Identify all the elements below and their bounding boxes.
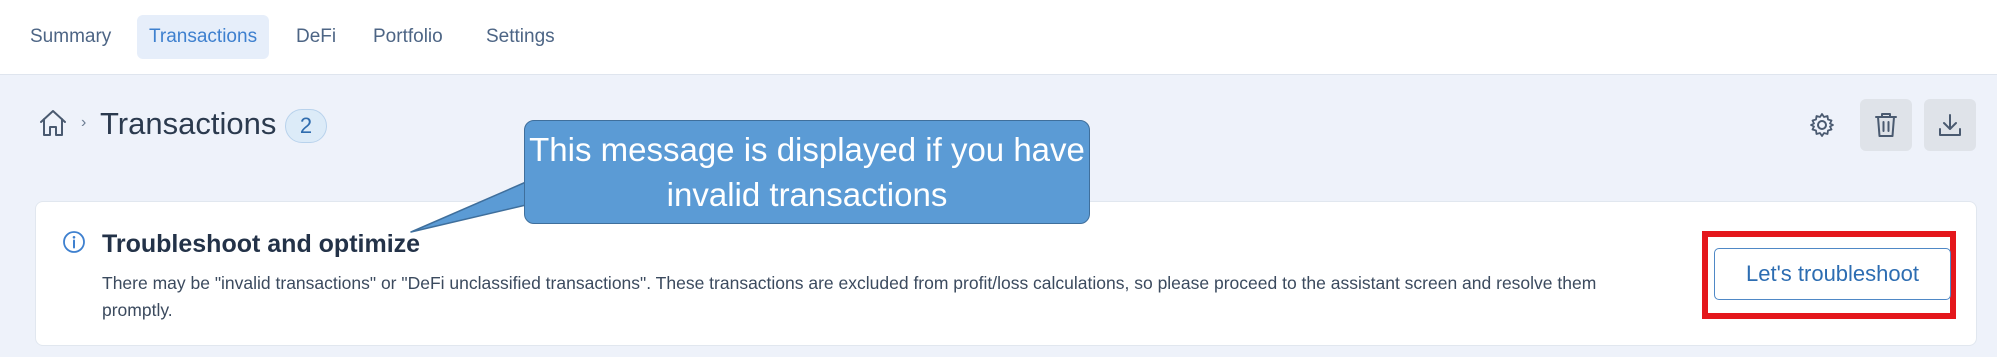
notice-title: Troubleshoot and optimize bbox=[102, 230, 421, 258]
tab-summary[interactable]: Summary bbox=[18, 15, 123, 59]
tab-transactions[interactable]: Transactions bbox=[137, 15, 270, 59]
download-icon bbox=[1939, 114, 1961, 136]
tab-portfolio[interactable]: Portfolio bbox=[361, 15, 455, 59]
home-icon[interactable] bbox=[38, 108, 68, 138]
trash-icon bbox=[1875, 113, 1897, 137]
tab-settings[interactable]: Settings bbox=[474, 15, 567, 59]
delete-button[interactable] bbox=[1860, 99, 1912, 151]
download-button[interactable] bbox=[1924, 99, 1976, 151]
gear-icon bbox=[1810, 113, 1834, 137]
settings-button[interactable] bbox=[1796, 99, 1848, 151]
transaction-count-badge: 2 bbox=[285, 109, 327, 143]
notice-description: There may be "invalid transactions" or "… bbox=[102, 273, 1597, 320]
lets-troubleshoot-button[interactable]: Let's troubleshoot bbox=[1714, 248, 1951, 300]
tab-defi[interactable]: DeFi bbox=[284, 15, 348, 59]
annotation-callout: This message is displayed if you have in… bbox=[524, 120, 1090, 224]
info-icon bbox=[63, 231, 85, 253]
chevron-right-icon: › bbox=[81, 114, 87, 131]
page-title: Transactions bbox=[100, 106, 277, 141]
top-navigation: Summary Transactions DeFi Portfolio Sett… bbox=[0, 0, 1997, 75]
